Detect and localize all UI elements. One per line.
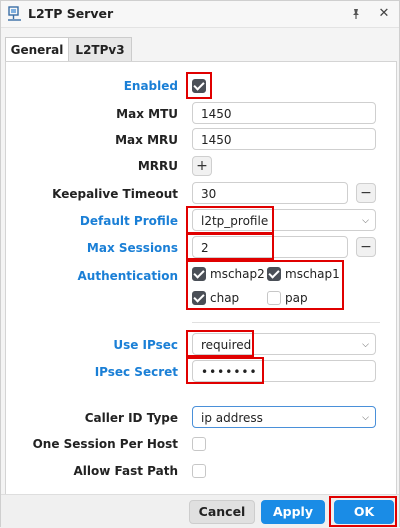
max-sessions-label: Max Sessions [86,241,178,255]
divider [192,322,380,323]
keepalive-remove-button[interactable]: − [356,183,376,203]
tab-l2tpv3[interactable]: L2TPv3 [68,37,132,62]
default-profile-label: Default Profile [79,214,178,228]
apply-button[interactable]: Apply [261,500,325,524]
auth-pap-checkbox[interactable] [267,291,281,305]
network-icon [8,6,21,21]
chevron-down-icon: ⌵ [362,413,369,423]
mrru-label: MRRU [137,159,178,173]
max-mtu-input[interactable]: 1450 [192,102,376,124]
allow-fast-path-label: Allow Fast Path [73,464,178,478]
auth-mschap2-label: mschap2 [210,267,265,281]
allow-fast-path-checkbox[interactable] [192,464,206,478]
enabled-checkbox[interactable] [192,79,206,93]
default-profile-select[interactable]: l2tp_profile ⌵ [192,209,376,231]
enabled-label: Enabled [123,79,178,93]
mrru-add-button[interactable]: + [192,156,212,176]
l2tp-server-window: L2TP Server ✕ General L2TPv3 Enabled Max… [0,0,400,528]
keepalive-label: Keepalive Timeout [52,187,178,201]
chevron-down-icon: ⌵ [362,340,369,350]
max-mru-label: Max MRU [115,133,178,147]
close-icon[interactable]: ✕ [375,5,393,23]
use-ipsec-select[interactable]: required ⌵ [192,333,376,355]
one-session-per-host-label: One Session Per Host [32,437,178,451]
dialog-footer: Cancel Apply OK [1,494,399,528]
cancel-button[interactable]: Cancel [189,500,255,524]
chevron-down-icon: ⌵ [362,216,369,226]
keepalive-input[interactable]: 30 [192,182,348,204]
caller-id-type-label: Caller ID Type [84,411,178,425]
tab-general[interactable]: General [5,37,69,63]
max-mru-input[interactable]: 1450 [192,128,376,150]
caller-id-type-value: ip address [201,411,263,425]
auth-mschap1-label: mschap1 [285,267,340,281]
auth-pap-label: pap [285,291,308,305]
max-sessions-input[interactable]: 2 [192,236,348,258]
use-ipsec-label: Use IPsec [113,338,178,352]
auth-chap-label: chap [210,291,240,305]
caller-id-type-select[interactable]: ip address ⌵ [192,406,376,428]
auth-chap-checkbox[interactable] [192,291,206,305]
one-session-per-host-checkbox[interactable] [192,437,206,451]
authentication-label: Authentication [77,269,179,283]
title-bar: L2TP Server ✕ [1,1,399,28]
max-mtu-label: Max MTU [116,107,178,121]
use-ipsec-value: required [201,338,252,352]
max-sessions-remove-button[interactable]: − [356,237,376,257]
auth-mschap1-checkbox[interactable] [267,267,281,281]
window-title: L2TP Server [28,6,114,21]
ipsec-secret-input[interactable]: ••••••• [192,360,376,382]
ok-button[interactable]: OK [334,500,394,524]
ipsec-secret-label: IPsec Secret [94,365,178,379]
general-panel: Enabled Max MTU 1450 Max MRU 1450 MRRU +… [5,61,397,495]
default-profile-value: l2tp_profile [201,214,269,228]
auth-mschap2-checkbox[interactable] [192,267,206,281]
pin-icon[interactable] [347,5,365,23]
